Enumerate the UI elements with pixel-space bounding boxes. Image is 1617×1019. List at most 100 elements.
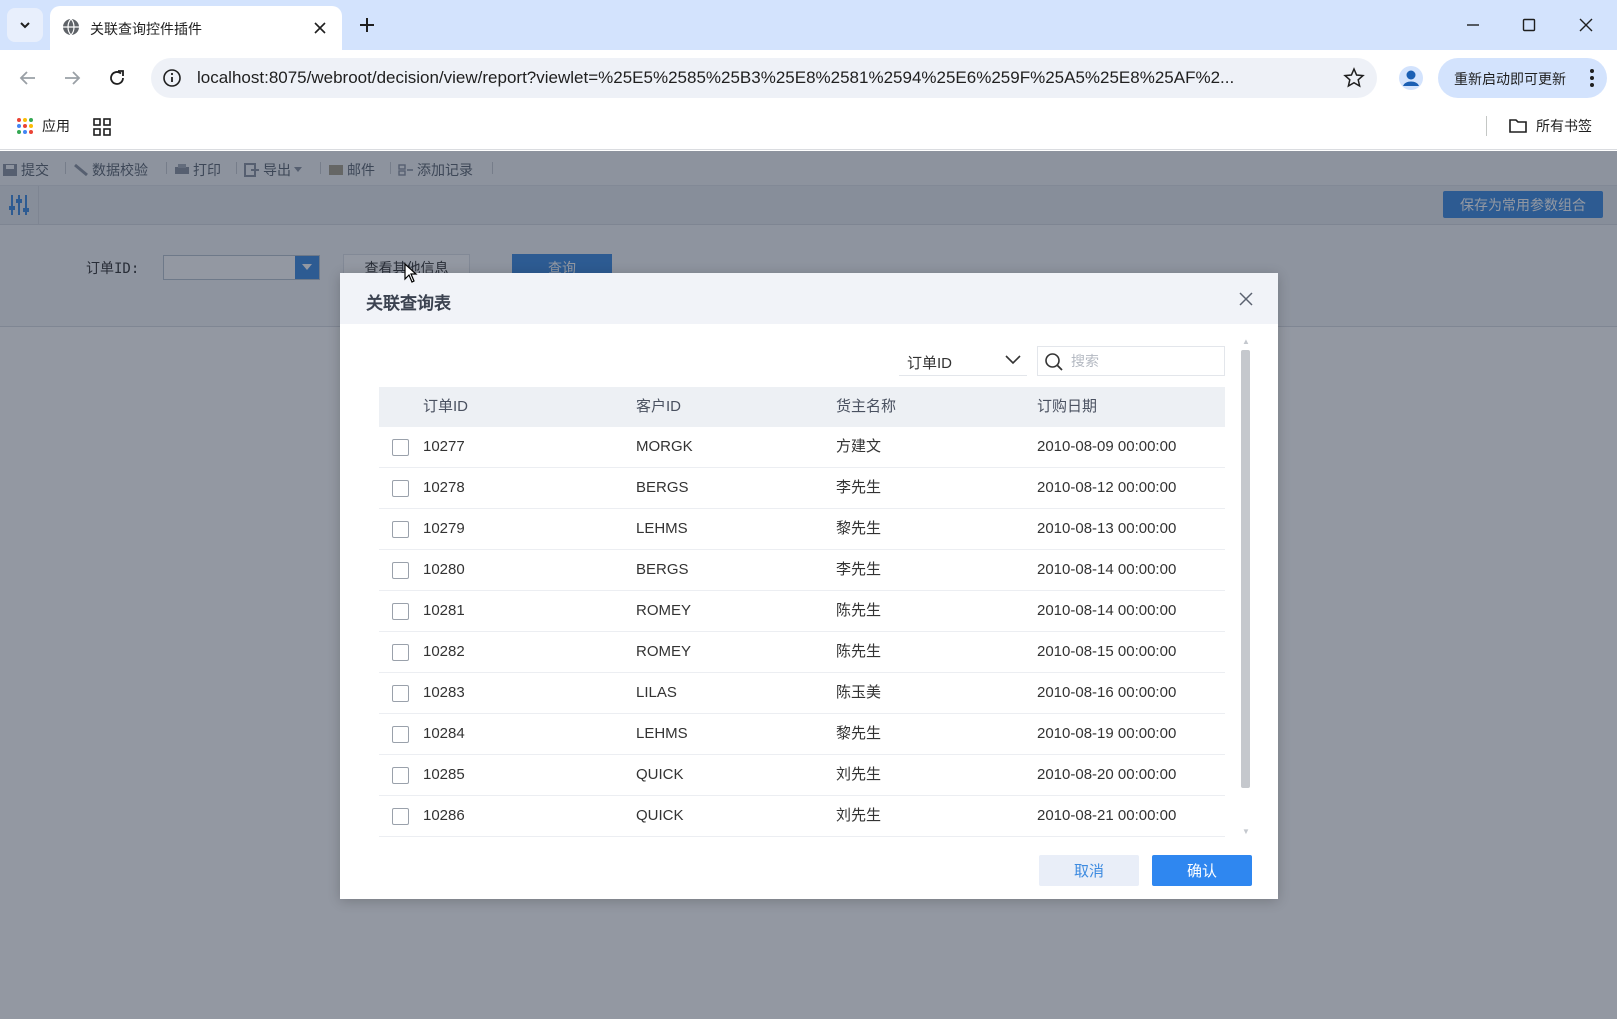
tab-title: 关联查询控件插件 [90, 21, 202, 37]
address-bar[interactable]: localhost:8075/webroot/decision/view/rep… [151, 58, 1377, 98]
row-checkbox[interactable] [392, 685, 409, 702]
search-input[interactable] [1071, 347, 1221, 375]
browser-toolbar: localhost:8075/webroot/decision/view/rep… [0, 50, 1617, 106]
table-row[interactable]: 10285 QUICK 刘先生 2010-08-20 00:00:00 [379, 755, 1225, 796]
row-checkbox[interactable] [392, 562, 409, 579]
chevron-down-icon [20, 22, 30, 29]
maximize-icon [1522, 18, 1536, 32]
column-header-order-date[interactable]: 订购日期 [1037, 387, 1097, 427]
cell-customer-id: MORGK [636, 438, 693, 455]
row-checkbox[interactable] [392, 480, 409, 497]
cell-customer-id: ROMEY [636, 602, 692, 619]
table-row[interactable]: 10283 LILAS 陈玉美 2010-08-16 00:00:00 [379, 673, 1225, 714]
cell-shipper-name: 李先生 [836, 479, 882, 496]
table-row[interactable]: 10277 MORGK 方建文 2010-08-09 00:00:00 [379, 427, 1225, 468]
cell-shipper-name: 陈先生 [836, 643, 882, 660]
cell-order-date: 2010-08-09 00:00:00 [1037, 438, 1177, 455]
row-checkbox[interactable] [392, 726, 409, 743]
reload-button[interactable] [103, 64, 131, 92]
table-header-row: 订单ID 客户ID 货主名称 订购日期 [379, 387, 1225, 427]
cell-order-id: 10285 [423, 766, 465, 783]
row-checkbox[interactable] [392, 767, 409, 784]
info-icon[interactable] [161, 67, 183, 89]
cell-order-id: 10283 [423, 684, 465, 701]
cell-shipper-name: 陈先生 [836, 602, 882, 619]
cell-customer-id: LILAS [636, 684, 677, 701]
row-checkbox[interactable] [392, 521, 409, 538]
cell-shipper-name: 刘先生 [836, 766, 882, 783]
avatar-icon [1399, 66, 1423, 90]
cell-shipper-name: 李先生 [836, 561, 882, 578]
close-icon [1239, 292, 1253, 306]
table-row[interactable]: 10282 ROMEY 陈先生 2010-08-15 00:00:00 [379, 632, 1225, 673]
table-scrollbar[interactable]: ▲ ▼ [1239, 337, 1251, 839]
search-field-select[interactable]: 订单ID [899, 346, 1027, 376]
window-close-button[interactable] [1571, 10, 1601, 40]
minimize-button[interactable] [1458, 10, 1488, 40]
table-row[interactable]: 10279 LEHMS 黎先生 2010-08-13 00:00:00 [379, 509, 1225, 550]
row-checkbox[interactable] [392, 439, 409, 456]
browser-tab[interactable]: 关联查询控件插件 [50, 6, 342, 50]
profile-button[interactable] [1395, 62, 1427, 94]
back-button[interactable] [14, 64, 42, 92]
row-checkbox[interactable] [392, 808, 409, 825]
all-bookmarks-label: 所有书签 [1536, 118, 1592, 134]
cell-order-date: 2010-08-21 00:00:00 [1037, 807, 1177, 824]
all-bookmarks-button[interactable]: 所有书签 [1508, 116, 1592, 136]
scroll-up-arrow-icon[interactable]: ▲ [1242, 337, 1250, 346]
cell-customer-id: LEHMS [636, 520, 688, 537]
cell-shipper-name: 陈玉美 [836, 684, 882, 701]
cell-order-date: 2010-08-20 00:00:00 [1037, 766, 1177, 783]
column-header-customer-id[interactable]: 客户ID [636, 387, 681, 427]
table-row[interactable]: 10284 LEHMS 黎先生 2010-08-19 00:00:00 [379, 714, 1225, 755]
star-icon[interactable] [1343, 67, 1365, 89]
row-checkbox[interactable] [392, 603, 409, 620]
cell-order-id: 10286 [423, 807, 465, 824]
bookmarks-divider [1486, 116, 1487, 136]
more-vert-icon [1590, 69, 1594, 87]
close-icon [314, 22, 326, 34]
dialog-close-button[interactable] [1236, 289, 1256, 309]
apps-grid-icon [17, 118, 33, 134]
column-header-order-id[interactable]: 订单ID [423, 387, 468, 427]
cell-order-date: 2010-08-12 00:00:00 [1037, 479, 1177, 496]
table-row[interactable]: 10281 ROMEY 陈先生 2010-08-14 00:00:00 [379, 591, 1225, 632]
new-tab-button[interactable] [354, 12, 380, 38]
browser-tab-strip: 关联查询控件插件 [0, 0, 1617, 50]
cell-order-id: 10278 [423, 479, 465, 496]
globe-icon [63, 18, 79, 36]
bookmark-apps[interactable]: 应用 [16, 116, 70, 136]
plus-icon [360, 18, 374, 32]
cancel-button[interactable]: 取消 [1039, 855, 1139, 886]
table-row[interactable]: 10286 QUICK 刘先生 2010-08-21 00:00:00 [379, 796, 1225, 837]
forward-button[interactable] [58, 64, 86, 92]
cell-order-date: 2010-08-16 00:00:00 [1037, 684, 1177, 701]
scrollbar-thumb[interactable] [1241, 350, 1250, 788]
tab-close-button[interactable] [310, 18, 330, 38]
result-table: 订单ID 客户ID 货主名称 订购日期 10277 MORGK 方建文 2010… [379, 387, 1225, 837]
column-header-shipper-name[interactable]: 货主名称 [836, 387, 896, 427]
confirm-button[interactable]: 确认 [1152, 855, 1252, 886]
search-box[interactable] [1037, 346, 1225, 376]
update-button[interactable]: 重新启动即可更新 [1438, 58, 1607, 98]
reload-icon [110, 70, 124, 85]
cell-order-id: 10281 [423, 602, 465, 619]
scroll-down-arrow-icon[interactable]: ▼ [1242, 827, 1250, 836]
tab-search-button[interactable] [7, 8, 43, 42]
close-icon [1579, 18, 1593, 32]
cell-customer-id: BERGS [636, 561, 689, 578]
table-row[interactable]: 10280 BERGS 李先生 2010-08-14 00:00:00 [379, 550, 1225, 591]
tab-groups-icon[interactable] [92, 117, 112, 137]
cell-order-id: 10277 [423, 438, 465, 455]
mouse-cursor-icon [404, 263, 418, 283]
row-checkbox[interactable] [392, 644, 409, 661]
search-icon [1045, 353, 1063, 371]
dialog-title: 关联查询表 [366, 294, 451, 313]
url-text[interactable]: localhost:8075/webroot/decision/view/rep… [197, 68, 1297, 88]
cell-order-date: 2010-08-19 00:00:00 [1037, 725, 1177, 742]
table-row[interactable]: 10278 BERGS 李先生 2010-08-12 00:00:00 [379, 468, 1225, 509]
cell-shipper-name: 方建文 [836, 438, 882, 455]
cell-order-date: 2010-08-13 00:00:00 [1037, 520, 1177, 537]
maximize-button[interactable] [1514, 10, 1544, 40]
cell-order-id: 10279 [423, 520, 465, 537]
